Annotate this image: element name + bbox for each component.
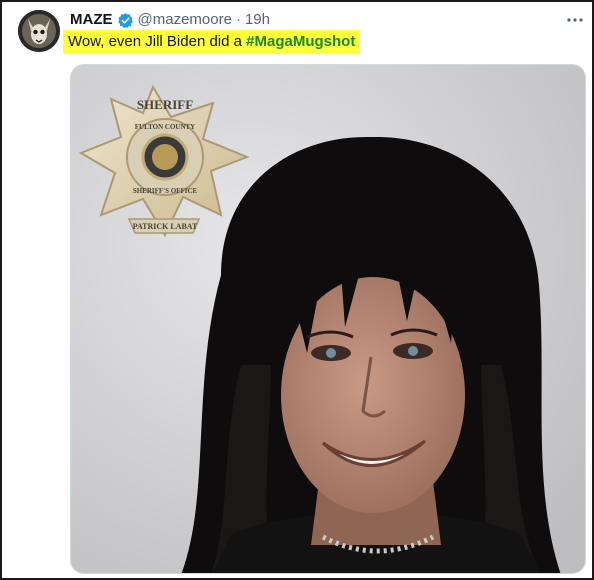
more-options-icon[interactable] (564, 12, 586, 28)
hashtag-link[interactable]: #MagaMugshot (246, 33, 355, 50)
badge-top-arc: SHERIFF (137, 97, 193, 112)
avatar-image (18, 10, 60, 52)
tweet-media-image[interactable]: SHERIFF FULTON COUNTY SHERIFF'S OFFICE P… (70, 64, 586, 574)
badge-ring-bottom: SHERIFF'S OFFICE (133, 187, 198, 195)
tweet-text-body: Wow, even Jill Biden did a (68, 33, 247, 50)
display-name[interactable]: MAZE (70, 10, 113, 30)
tweet-card: MAZE @mazemoore · 19h Wow, even Jill Bid… (0, 0, 594, 580)
badge-ring-top: FULTON COUNTY (135, 123, 195, 131)
tweet-text: Wow, even Jill Biden did a #MagaMugshot (63, 30, 361, 54)
timestamp[interactable]: 19h (245, 10, 270, 30)
tweet-header: MAZE @mazemoore · 19h (70, 10, 270, 30)
separator-dot: · (235, 11, 241, 28)
verified-badge-icon (117, 12, 134, 29)
badge-ribbon: PATRICK LABAT (133, 222, 198, 231)
avatar[interactable] (18, 10, 60, 52)
mugshot-image: SHERIFF FULTON COUNTY SHERIFF'S OFFICE P… (71, 65, 585, 573)
handle[interactable]: @mazemoore (138, 10, 232, 30)
